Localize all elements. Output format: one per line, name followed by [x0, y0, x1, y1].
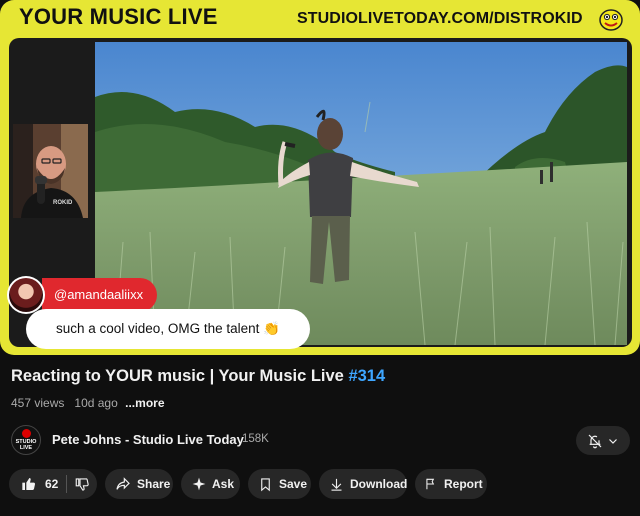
flag-icon	[426, 478, 435, 490]
ask-label: Ask	[212, 477, 235, 491]
download-icon	[331, 478, 342, 491]
chevron-down-icon	[609, 438, 617, 444]
stream-banner-title: YOUR MUSIC LIVE	[19, 4, 218, 29]
ask-button[interactable]: Ask	[181, 469, 240, 499]
webcam-mic-tag: ROKID	[53, 200, 73, 206]
like-dislike-group: 62	[9, 469, 97, 499]
bell-off-icon	[588, 434, 602, 448]
video-title-text: Reacting to YOUR music | Your Music Live	[11, 367, 349, 385]
upload-date: 10d ago	[74, 396, 118, 410]
comment-text: such a cool video, OMG the talent 👏	[26, 309, 310, 349]
mascot-logo-icon	[599, 9, 623, 31]
notification-bell-button[interactable]	[576, 426, 630, 455]
subscriber-count: 158K	[242, 433, 269, 445]
view-count: 457 views	[11, 396, 65, 410]
streamer-webcam: ROKID	[13, 124, 88, 218]
like-count: 62	[45, 477, 59, 491]
save-label: Save	[279, 477, 308, 491]
dislike-button[interactable]	[67, 477, 90, 492]
video-title: Reacting to YOUR music | Your Music Live…	[11, 367, 385, 386]
channel-avatar-text-bottom: LIVE	[19, 445, 33, 451]
comment-username: @amandaaliixx	[42, 278, 158, 312]
channel-row: STUDIO LIVE Pete Johns - Studio Live Tod…	[11, 425, 631, 457]
report-label: Report	[444, 477, 483, 491]
video-title-hashtag[interactable]: #314	[348, 367, 385, 385]
share-label: Share	[137, 477, 171, 491]
more-link[interactable]: ...more	[125, 396, 164, 410]
thumbs-up-icon	[22, 478, 36, 491]
video-player[interactable]: YOUR MUSIC LIVE STUDIOLIVETODAY.COM/DIST…	[0, 0, 640, 356]
share-icon	[116, 477, 130, 490]
report-button[interactable]: Report	[415, 469, 487, 499]
video-meta[interactable]: 457 views 10d ago ...more	[11, 396, 165, 410]
stream-banner-url: STUDIOLIVETODAY.COM/DISTROKID	[297, 10, 583, 27]
download-button[interactable]: Download	[319, 469, 407, 499]
sparkle-icon	[192, 477, 206, 491]
bottom-divider	[0, 511, 640, 516]
bookmark-icon	[261, 477, 270, 491]
like-button[interactable]: 62	[9, 469, 58, 499]
stream-overlay-frame: YOUR MUSIC LIVE STUDIOLIVETODAY.COM/DIST…	[0, 0, 640, 355]
channel-avatar[interactable]: STUDIO LIVE	[11, 425, 41, 455]
thumbs-down-icon	[76, 477, 90, 491]
comment-avatar	[7, 276, 45, 314]
channel-name[interactable]: Pete Johns - Studio Live Today	[52, 432, 244, 447]
share-button[interactable]: Share	[105, 469, 173, 499]
download-label: Download	[350, 477, 408, 491]
music-video-frame	[95, 42, 627, 345]
save-button[interactable]: Save	[248, 469, 311, 499]
